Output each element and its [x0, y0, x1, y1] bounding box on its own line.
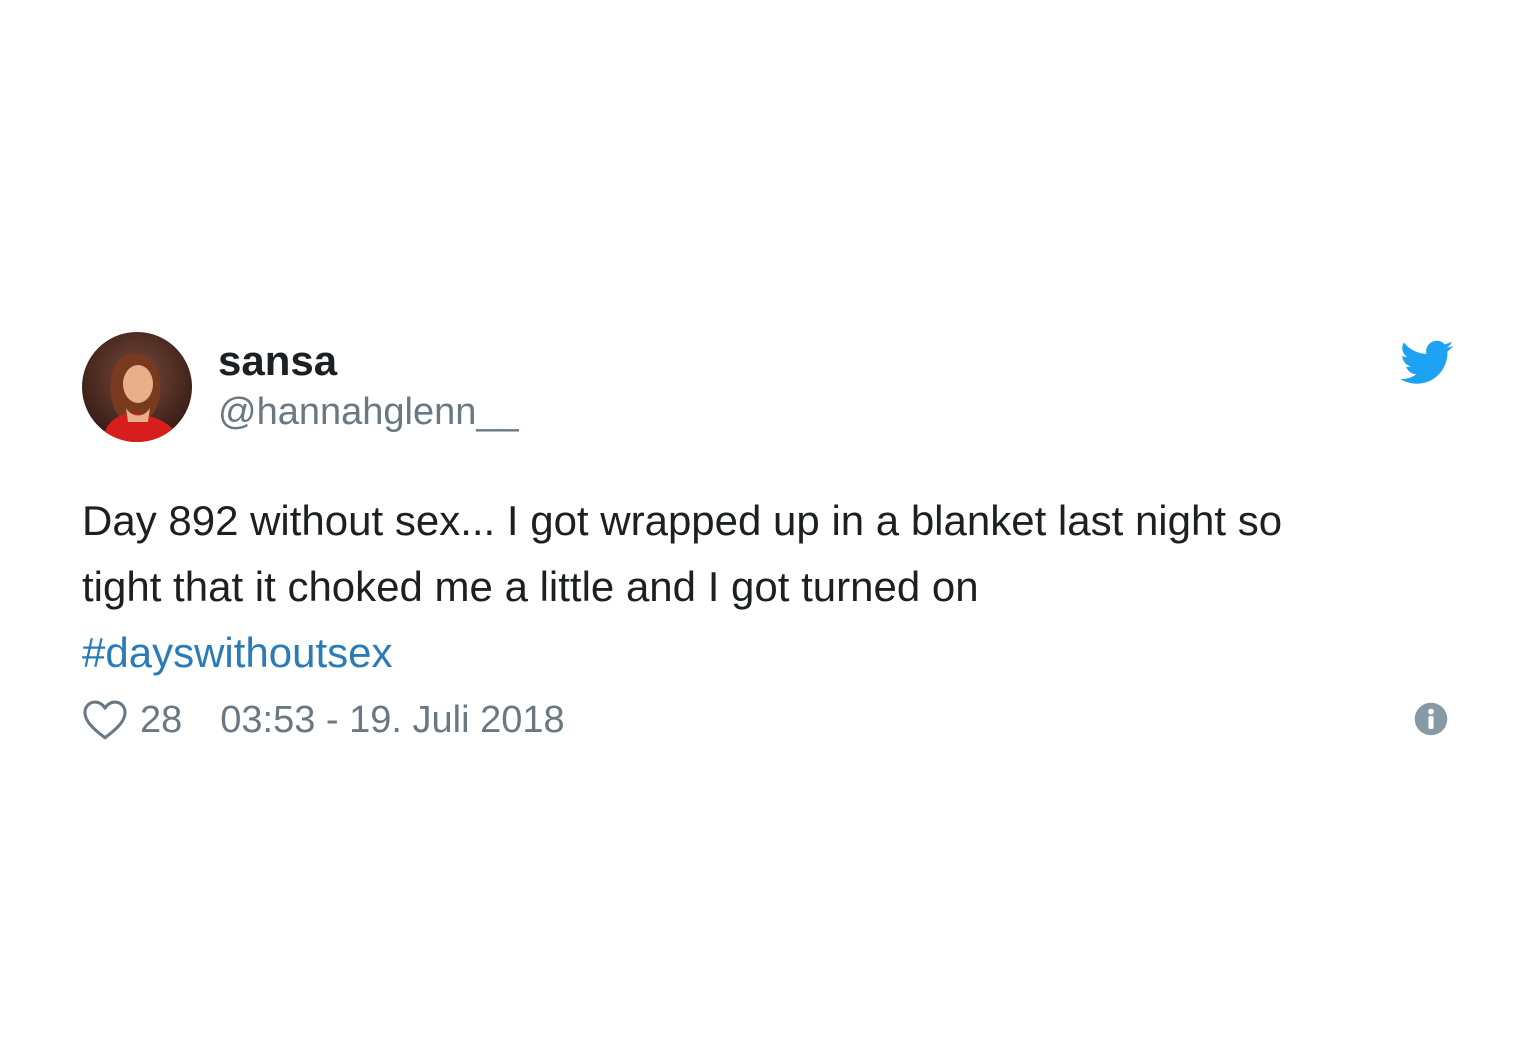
hashtag-link[interactable]: #dayswithoutsex: [82, 629, 393, 676]
user-handle[interactable]: @hannahglenn__: [218, 391, 519, 434]
tweet-timestamp[interactable]: 03:53 - 19. Juli 2018: [220, 699, 564, 742]
avatar-photo: [82, 332, 192, 442]
heart-icon[interactable]: [82, 699, 128, 741]
tweet-meta: 28 03:53 - 19. Juli 2018: [82, 696, 565, 744]
tweet-text-line: tight that it choked me a little and I g…: [82, 563, 979, 610]
avatar[interactable]: [82, 332, 192, 442]
like-count[interactable]: 28: [140, 699, 182, 742]
tweet-text-line: Day 892 without sex... I got wrapped up …: [82, 497, 1283, 544]
twitter-bird-icon[interactable]: [1400, 340, 1454, 386]
info-icon[interactable]: [1414, 702, 1448, 736]
display-name[interactable]: sansa: [218, 337, 337, 384]
tweet-text: Day 892 without sex... I got wrapped up …: [82, 488, 1462, 686]
